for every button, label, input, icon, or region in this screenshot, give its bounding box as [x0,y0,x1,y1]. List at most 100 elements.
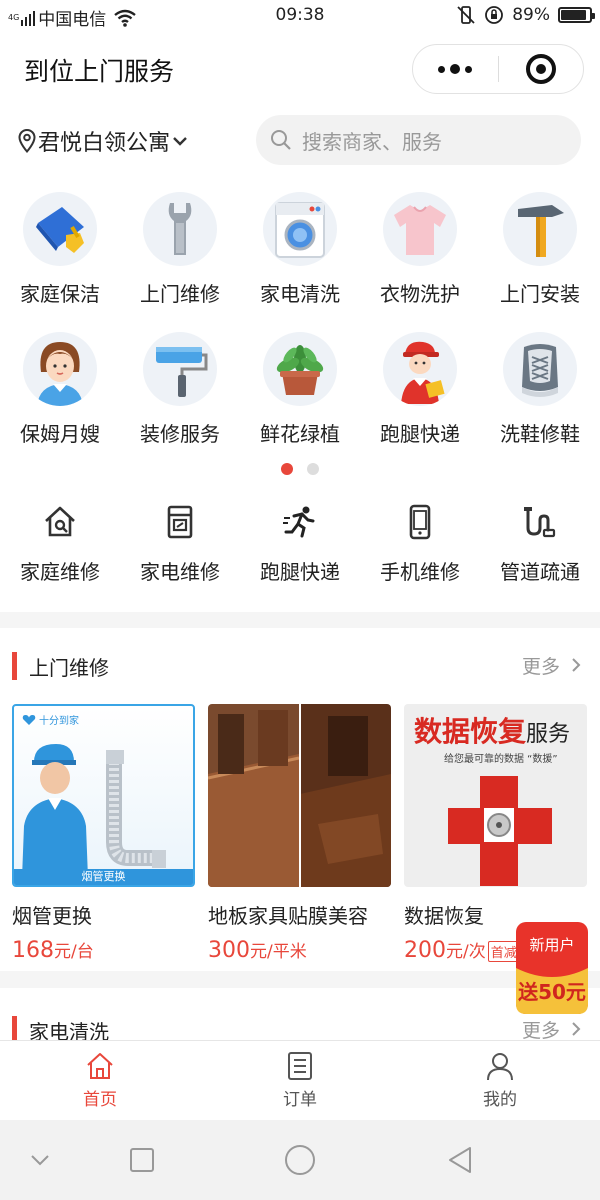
pager-dot-active[interactable] [281,463,293,475]
furniture-photo [208,704,391,887]
running-man-icon [240,502,360,542]
carousel-pager [0,463,600,475]
washing-machine-icon [263,192,337,266]
tab-label: 首页 [83,1090,117,1110]
section-title: 家电清洗 [29,1020,109,1040]
pager-dot[interactable] [307,463,319,475]
page-title: 到位上门服务 [24,57,175,86]
system-navigation-bar [0,1120,600,1200]
section-more-link[interactable]: 更多 [522,652,582,679]
paint-roller-icon [143,332,217,406]
quick-label: 家庭维修 [20,560,100,584]
price-value: 200 [404,938,446,963]
user-icon [487,1053,513,1081]
category-label: 上门安装 [500,282,580,306]
capsule-menu [412,44,584,94]
technician-illustration [22,744,166,878]
category-label: 衣物洗护 [380,282,460,306]
battery-percent: 89% [512,5,550,25]
section-title: 上门维修 [29,656,109,680]
category-label: 装修服务 [140,422,220,446]
category-label: 鲜花绿植 [260,422,340,446]
wrench-icon [143,192,217,266]
chevron-down-icon [173,137,187,146]
tab-home[interactable]: 首页 [0,1041,200,1120]
quick-label: 管道疏通 [500,560,580,584]
service-card[interactable]: 地板家具贴膜美容 300 元/平米 [208,704,391,963]
pipe-icon [480,502,600,542]
quick-phone-repair[interactable]: 手机维修 [360,502,480,585]
location-pin-icon [18,129,36,153]
tab-label: 我的 [483,1090,517,1110]
bottom-tab-bar: 首页 订单 我的 [0,1040,600,1120]
service-price: 168 元/台 [12,937,195,963]
back-triangle-icon [449,1147,471,1173]
order-list-icon [288,1052,312,1080]
category-cleaning[interactable]: 家庭保洁 [0,192,120,307]
category-courier[interactable]: 跑腿快递 [360,332,480,447]
category-decoration[interactable]: 装修服务 [120,332,240,447]
square-icon [130,1148,154,1172]
more-label: 更多 [521,656,560,678]
quick-pipe-unclog[interactable]: 管道疏通 [480,502,600,585]
quick-appliance-repair[interactable]: 家电维修 [120,502,240,585]
price-value: 300 [208,938,250,963]
service-image-range-hood-pipe: 十分到家 烟管更换 [12,704,195,887]
quick-label: 跑腿快递 [260,560,340,584]
section-accent-bar [12,652,17,680]
location-name: 君悦白领公寓 [38,131,171,156]
location-selector[interactable]: 君悦白领公寓 [18,125,188,157]
tab-label: 订单 [283,1090,317,1110]
price-value: 168 [12,938,54,963]
service-name: 烟管更换 [12,904,92,928]
service-card-list: 十分到家 烟管更换 烟管更换 168 元/台 地板家具贴膜美容 300 元/平米… [12,704,587,963]
category-label: 保姆月嫂 [20,422,100,446]
nav-hide-button[interactable] [20,1142,60,1178]
close-miniprogram-button[interactable] [499,45,584,93]
promo-line2: 送50元 [518,980,586,1004]
chevron-right-icon [572,1022,581,1036]
nav-recents-button[interactable] [122,1142,162,1178]
mini-program-header: 到位上门服务 [0,32,600,106]
battery-icon [558,7,595,23]
quick-courier[interactable]: 跑腿快递 [240,502,360,585]
category-appliance-wash[interactable]: 家电清洗 [240,192,360,307]
service-card[interactable]: 十分到家 烟管更换 烟管更换 168 元/台 [12,704,195,963]
target-close-icon [525,54,556,84]
more-dots-icon[interactable] [413,45,498,93]
search-box[interactable]: 搜索商家、服务 [256,115,581,165]
category-label: 上门维修 [140,282,220,306]
quick-home-repair[interactable]: 家庭维修 [0,502,120,585]
tab-orders[interactable]: 订单 [200,1041,400,1120]
shoe-icon [503,332,577,406]
service-price: 300 元/平米 [208,937,391,963]
search-placeholder: 搜索商家、服务 [302,129,442,154]
new-user-promo-badge[interactable]: 新用户 送50元 [512,920,592,1016]
section-more-link[interactable]: 更多 [522,1016,582,1040]
nav-home-button[interactable] [280,1142,320,1178]
category-row-2: 保姆月嫂 装修服务 鲜花绿植 跑腿快递 洗鞋修鞋 [0,332,600,447]
category-label: 家电清洗 [260,282,340,306]
section-appliance-wash: 家电清洗 更多 [0,988,600,1040]
section-repair: 上门维修 更多 十分到家 烟管更换 烟管更换 168 元/台 地板家具贴膜美容 … [0,628,600,971]
home-icon [87,1053,113,1079]
potted-plant-icon [263,332,337,406]
category-laundry[interactable]: 衣物洗护 [360,192,480,307]
category-label: 跑腿快递 [380,422,460,446]
tab-mine[interactable]: 我的 [400,1041,600,1120]
category-label: 家庭保洁 [20,282,100,306]
category-install[interactable]: 上门安装 [480,192,600,307]
red-cross-illustration [448,776,552,886]
price-unit: 元/平米 [250,942,307,962]
home-top-area: 君悦白领公寓 搜索商家、服务 家庭保洁 上门维修 家电清洗 衣物洗护 上门安装 … [0,106,600,612]
nav-back-button[interactable] [440,1142,480,1178]
chevron-right-icon [572,658,581,672]
section-accent-bar [12,1016,17,1040]
category-plants[interactable]: 鲜花绿植 [240,332,360,447]
nanny-icon [23,332,97,406]
category-nanny[interactable]: 保姆月嫂 [0,332,120,447]
category-repair[interactable]: 上门维修 [120,192,240,307]
category-row-1: 家庭保洁 上门维修 家电清洗 衣物洗护 上门安装 [0,192,600,307]
chevron-down-icon [31,1155,49,1166]
category-shoes[interactable]: 洗鞋修鞋 [480,332,600,447]
